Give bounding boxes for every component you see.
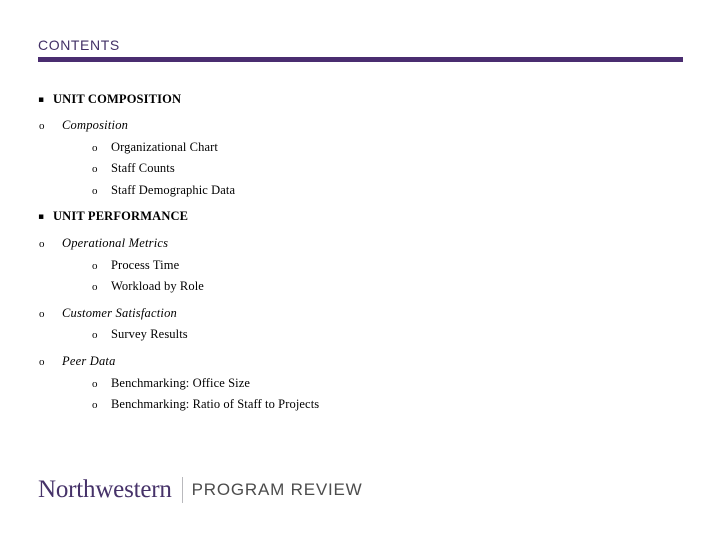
circle-bullet-icon: o — [39, 308, 45, 320]
square-bullet-icon: ▪ — [38, 95, 45, 105]
outline-item-label: Benchmarking: Office Size — [111, 376, 251, 390]
outline-item-label: UNIT PERFORMANCE — [53, 209, 189, 223]
circle-bullet-icon: o — [92, 260, 98, 272]
circle-bullet-icon: o — [39, 120, 45, 132]
page-title: CONTENTS — [38, 37, 120, 53]
circle-bullet-icon: o — [92, 399, 98, 411]
circle-bullet-icon: o — [92, 163, 98, 175]
title-underline-rule — [38, 57, 683, 62]
outline-item-label: Organizational Chart — [111, 140, 218, 154]
outline-item-label: Operational Metrics — [62, 236, 169, 250]
northwestern-wordmark: Northwestern — [38, 476, 172, 503]
circle-bullet-icon: o — [92, 142, 98, 154]
program-review-subbrand: PROGRAM REVIEW — [191, 480, 363, 499]
outline-item-label: Process Time — [111, 258, 180, 272]
circle-bullet-icon: o — [92, 378, 98, 390]
circle-bullet-icon: o — [92, 281, 98, 293]
outline-item-label: Survey Results — [111, 327, 188, 341]
outline-item-label: UNIT COMPOSITION — [53, 92, 182, 106]
square-bullet-icon: ▪ — [38, 212, 45, 222]
outline-item-label: Staff Counts — [111, 161, 175, 175]
outline-item-label: Benchmarking: Ratio of Staff to Projects — [111, 397, 320, 411]
circle-bullet-icon: o — [92, 185, 98, 197]
circle-bullet-icon: o — [39, 238, 45, 250]
outline-item-label: Composition — [62, 118, 129, 132]
logo-divider — [181, 477, 183, 503]
slide-canvas: CONTENTS ▪ UNIT COMPOSITION o Composition o O… — [0, 0, 720, 540]
circle-bullet-icon: o — [92, 329, 98, 341]
outline-item-label: Peer Data — [62, 354, 116, 368]
footer-logo-lockup: Northwestern PROGRAM REVIEW — [38, 474, 363, 506]
circle-bullet-icon: o — [39, 356, 45, 368]
outline-item-label: Staff Demographic Data — [111, 183, 236, 197]
outline-item-label: Workload by Role — [111, 279, 204, 293]
outline-item-label: Customer Satisfaction — [62, 306, 177, 320]
